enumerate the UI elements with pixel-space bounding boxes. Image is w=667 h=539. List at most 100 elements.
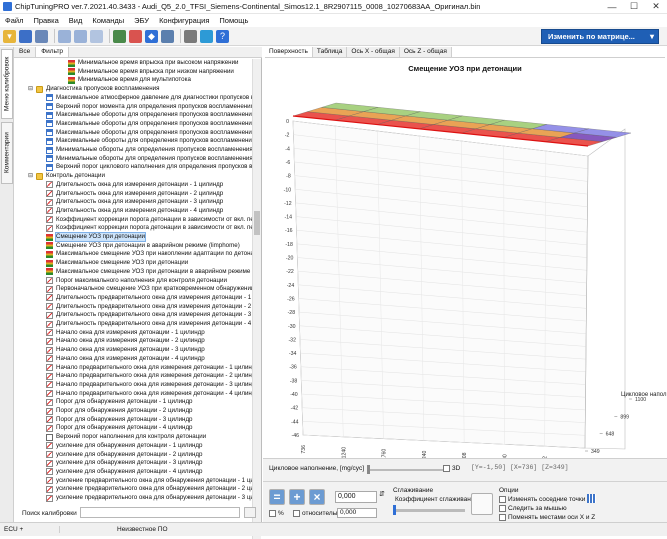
minimize-button[interactable]: —: [601, 0, 623, 14]
checksum-icon[interactable]: [129, 29, 142, 43]
tree-item[interactable]: Минимальные обороты для определения проп…: [46, 146, 252, 154]
help-icon[interactable]: ?: [216, 29, 229, 43]
spin-icon[interactable]: ⇵: [379, 490, 385, 498]
tree-item[interactable]: Длительность предварительного окна для и…: [46, 303, 252, 311]
tree-item[interactable]: Верхний порог момента для определения пр…: [46, 103, 252, 111]
tab-table[interactable]: Таблица: [312, 47, 348, 57]
collapse-toggle-icon[interactable]: ⊟: [28, 85, 34, 93]
tree-item[interactable]: усиление для обнаружения детонации - 2 ц…: [46, 451, 202, 459]
tree-item[interactable]: Начало предварительного окна для измерен…: [46, 381, 252, 389]
tree-item[interactable]: Максимальное смещение УОЗ при накоплении…: [46, 250, 252, 258]
tree-item[interactable]: Первоначальное смещение УОЗ при кратковр…: [46, 285, 252, 293]
menu-ecu[interactable]: ЭБУ: [129, 16, 154, 25]
tree-item[interactable]: Длительность окна для измерения детонаци…: [46, 198, 223, 206]
tree-item[interactable]: Максимальные обороты для определения про…: [46, 129, 252, 137]
tree-item[interactable]: Начало окна для измерения детонации - 3 …: [46, 346, 205, 354]
tree-item[interactable]: Начало окна для измерения детонации - 2 …: [46, 337, 205, 345]
search-button[interactable]: [244, 507, 256, 518]
tab-comments[interactable]: Комментарии: [1, 122, 13, 184]
search-input[interactable]: [80, 507, 240, 518]
tree-item[interactable]: усиление для обнаружения детонации - 3 ц…: [46, 459, 202, 467]
tree-item[interactable]: Длительность окна для измерения детонаци…: [46, 190, 223, 198]
percent-checkbox[interactable]: [269, 510, 276, 517]
tree-item[interactable]: ⊟ Контроль детонации: [28, 172, 105, 180]
opt-neighbors-checkbox[interactable]: [499, 496, 506, 503]
collapse-toggle-icon[interactable]: ⊟: [28, 172, 34, 180]
tree-scrollbar[interactable]: [252, 59, 261, 539]
tree-item[interactable]: Коэффициент коррекции порога детонации в…: [46, 216, 252, 224]
copy-icon[interactable]: [58, 29, 71, 43]
load-slider[interactable]: [367, 469, 443, 471]
save-as-icon[interactable]: [35, 29, 48, 43]
tree-item[interactable]: Верхний порог наполнения для контроля де…: [46, 433, 206, 441]
tools-icon[interactable]: [184, 29, 197, 43]
tree-item[interactable]: Смещение УОЗ при детонации в аварийном р…: [46, 242, 240, 250]
surface-chart[interactable]: 0 -2 -4 -6 -8 -10 -12 -14 -16 -18 -20 -22 -24 -26 -28 -…: [263, 61, 667, 481]
menu-view[interactable]: Вид: [64, 16, 88, 25]
tree-item[interactable]: Минимальное время впрыска при низком нап…: [68, 68, 234, 76]
smooth-apply-button[interactable]: [471, 493, 493, 515]
tree-item[interactable]: Начало предварительного окна для измерен…: [46, 390, 252, 398]
multiply-button[interactable]: ×: [309, 489, 325, 505]
relative-checkbox[interactable]: [293, 510, 300, 517]
tab-all[interactable]: Все: [14, 47, 37, 57]
tree-item[interactable]: Порог для обнаружения детонации - 1 цили…: [46, 398, 193, 406]
value-input[interactable]: 0,000: [335, 491, 377, 503]
tree-item[interactable]: Максимальное атмосферное давление для ди…: [46, 94, 252, 102]
compare-icon[interactable]: [90, 29, 103, 43]
tree-item[interactable]: Порог для обнаружения детонации - 4 цили…: [46, 424, 193, 432]
opt-swap-axes-checkbox[interactable]: [499, 514, 506, 521]
tree-item[interactable]: ⊟ Диагностика пропусков воспламенения: [28, 85, 159, 93]
save-icon[interactable]: [19, 29, 32, 43]
scrollbar-thumb[interactable]: [254, 211, 260, 235]
slider-handle[interactable]: [367, 465, 370, 474]
tab-surface[interactable]: Поверхность: [265, 47, 313, 57]
tree-item[interactable]: Порог максимального наполнения для контр…: [46, 277, 227, 285]
tree-item[interactable]: Длительность предварительного окна для и…: [46, 320, 252, 328]
zoom-icon[interactable]: [161, 29, 174, 43]
tree-item[interactable]: Начало окна для измерения детонации - 1 …: [46, 329, 205, 337]
add-button[interactable]: +: [289, 489, 305, 505]
tree-item[interactable]: Длительность окна для измерения детонаци…: [46, 181, 223, 189]
tree-item[interactable]: Максимальное смещение УОЗ при детонации: [46, 259, 188, 267]
tree-item[interactable]: Максимальные обороты для определения про…: [46, 111, 252, 119]
tree-item[interactable]: Минимальное время для мультипотока: [68, 76, 191, 84]
tree-item[interactable]: Длительность окна для измерения детонаци…: [46, 207, 223, 215]
navigate-icon[interactable]: ◆: [145, 29, 158, 43]
tab-filter[interactable]: Фильтр: [36, 47, 70, 57]
tree-item[interactable]: Порог для обнаружения детонации - 2 цили…: [46, 407, 193, 415]
tree-item[interactable]: Максимальное смещение УОЗ при детонации …: [46, 268, 252, 276]
opt-follow-mouse-checkbox[interactable]: [499, 505, 506, 512]
globe-icon[interactable]: [200, 29, 213, 43]
tree-item[interactable]: Длительность предварительного окна для и…: [46, 311, 252, 319]
close-button[interactable]: ✕: [645, 0, 667, 14]
tree-item[interactable]: Минимальные обороты для определения проп…: [46, 155, 252, 163]
tree-item[interactable]: усиление для обнаружения детонации - 1 ц…: [46, 442, 202, 450]
tree-item[interactable]: усиление для обнаружения детонации - 4 ц…: [46, 468, 202, 476]
subtract-button[interactable]: =: [269, 489, 285, 505]
relative-value-input[interactable]: 0,000: [337, 508, 377, 518]
tree-item[interactable]: Максимальные обороты для определения про…: [46, 120, 252, 128]
smoothing-slider[interactable]: [393, 509, 465, 512]
menu-edit[interactable]: Правка: [28, 16, 63, 25]
tab-axis-z[interactable]: Ось Z - общая: [399, 47, 452, 57]
tree-item[interactable]: Смещение УОЗ при детонации: [46, 232, 146, 242]
tab-axis-x[interactable]: Ось X - общая: [347, 47, 400, 57]
tree-item[interactable]: Максимальные обороты для определения про…: [46, 137, 252, 145]
tree-item[interactable]: Минимальное время впрыска при высоком на…: [68, 59, 239, 67]
paste-icon[interactable]: [74, 29, 87, 43]
checkbox-3d[interactable]: [443, 465, 450, 472]
menu-configuration[interactable]: Конфигурация: [154, 16, 214, 25]
tree-item[interactable]: Верхний порог цикловoго наполнения для о…: [46, 163, 252, 171]
tree-item[interactable]: Начало окна для измерения детонации - 4 …: [46, 355, 205, 363]
maximize-button[interactable]: ☐: [623, 0, 645, 14]
grid-icon[interactable]: [587, 494, 596, 503]
tree-item[interactable]: усиление предварительного окна для обнар…: [46, 485, 252, 493]
tree-item[interactable]: усиление предварительного окна для обнар…: [46, 477, 252, 485]
tree-item[interactable]: Коэффициент коррекции порога детонации в…: [46, 224, 252, 232]
menu-commands[interactable]: Команды: [87, 16, 129, 25]
tree-item[interactable]: Длительность предварительного окна для и…: [46, 294, 252, 302]
tree-item[interactable]: усиление предварительного окна для обнар…: [46, 494, 252, 502]
tree-item[interactable]: Начало предварительного окна для измерен…: [46, 364, 252, 372]
menu-help[interactable]: Помощь: [214, 16, 253, 25]
